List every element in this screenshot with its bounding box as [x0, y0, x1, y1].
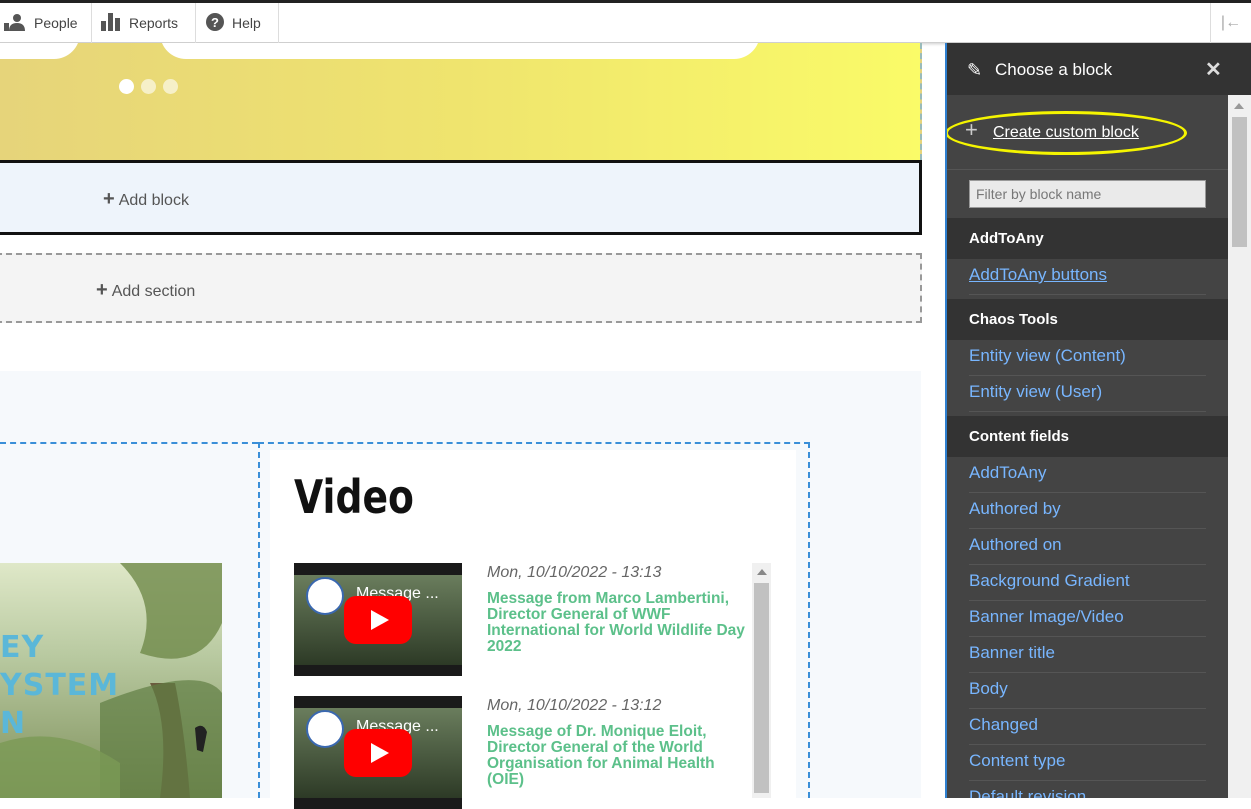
block-link[interactable]: Default revision	[969, 781, 1206, 798]
block-link[interactable]: AddToAny buttons	[969, 259, 1206, 295]
video-date: Mon, 10/10/2022 - 13:12	[487, 697, 662, 714]
toolbar-people[interactable]: People	[0, 3, 92, 43]
play-icon[interactable]	[344, 596, 412, 644]
add-section-region: + Add section	[0, 253, 922, 323]
add-block-region: + Add block	[0, 160, 922, 235]
add-block-link[interactable]: + Add block	[103, 188, 189, 211]
bar-chart-icon	[101, 12, 121, 34]
collapse-toolbar-icon[interactable]: |←	[1210, 3, 1251, 43]
slider-dot[interactable]	[141, 79, 156, 94]
block-link[interactable]: Content type	[969, 745, 1206, 781]
close-icon[interactable]: ✕	[1205, 57, 1222, 82]
panel-body: + Create custom block Filter by block na…	[947, 95, 1228, 798]
block-link[interactable]: Authored on	[969, 529, 1206, 565]
category-content-fields: Content fields	[947, 416, 1228, 457]
filter-block-input[interactable]: Filter by block name	[969, 180, 1206, 208]
block-link[interactable]: Body	[969, 673, 1206, 709]
toolbar-reports-label: Reports	[129, 15, 179, 31]
panel-header: ✎ Choose a block ✕	[947, 43, 1251, 95]
block-link[interactable]: Banner Image/Video	[969, 601, 1206, 637]
block-link[interactable]: Entity view (User)	[969, 376, 1206, 412]
block-link[interactable]: Changed	[969, 709, 1206, 745]
admin-toolbar: People Reports ? Help |←	[0, 0, 1251, 43]
toolbar-people-label: People	[34, 15, 78, 31]
hero-decoration	[0, 43, 80, 59]
svg-text:?: ?	[211, 15, 219, 30]
people-icon	[4, 13, 26, 34]
video-link[interactable]: Message of Dr. Monique Eloit, Director G…	[487, 724, 752, 788]
hero-decoration	[160, 43, 760, 59]
plus-icon: +	[96, 279, 108, 301]
block-link[interactable]: Banner title	[969, 637, 1206, 673]
panel-scrollbar[interactable]	[1228, 95, 1251, 798]
slider-dot[interactable]	[119, 79, 134, 94]
toolbar-help[interactable]: ? Help	[196, 3, 279, 43]
plus-icon: +	[103, 188, 115, 210]
illustration-image: EY YSTEM N	[0, 563, 222, 798]
video-date: Mon, 10/10/2022 - 13:13	[487, 564, 662, 581]
scrollbar-thumb[interactable]	[1232, 117, 1247, 247]
channel-logo-icon	[306, 710, 344, 748]
video-list-scrollbar[interactable]	[752, 563, 771, 798]
choose-block-panel: ✎ Choose a block ✕ + Create custom block…	[945, 43, 1251, 798]
picture-text: EY	[0, 630, 45, 665]
slider-dot[interactable]	[163, 79, 178, 94]
block-link[interactable]: Authored by	[969, 493, 1206, 529]
block-link[interactable]: Entity view (Content)	[969, 340, 1206, 376]
channel-logo-icon	[306, 577, 344, 615]
video-heading: Video	[294, 470, 414, 524]
toolbar-reports[interactable]: Reports	[92, 3, 196, 43]
block-link[interactable]: AddToAny	[969, 457, 1206, 493]
picture-text: YSTEM	[0, 668, 120, 703]
hero-slider	[0, 43, 922, 160]
scroll-up-icon[interactable]	[1234, 103, 1244, 109]
panel-title: Choose a block	[995, 60, 1113, 79]
highlight-ellipse	[947, 111, 1187, 155]
play-icon[interactable]	[344, 729, 412, 777]
create-custom-block-row: + Create custom block	[947, 95, 1228, 170]
picture-text: N	[0, 706, 27, 741]
pencil-icon: ✎	[967, 60, 983, 80]
video-thumbnail[interactable]: Message ...	[294, 563, 462, 676]
video-link[interactable]: Message from Marco Lambertini, Director …	[487, 591, 752, 655]
toolbar-help-label: Help	[232, 15, 261, 31]
scroll-up-icon[interactable]	[757, 569, 767, 575]
block-link[interactable]: Background Gradient	[969, 565, 1206, 601]
category-chaos-tools: Chaos Tools	[947, 299, 1228, 340]
category-addtoany: AddToAny	[947, 218, 1228, 259]
add-section-link[interactable]: + Add section	[96, 279, 195, 302]
scrollbar-thumb[interactable]	[754, 583, 769, 793]
help-icon: ?	[206, 12, 224, 34]
video-thumbnail[interactable]: Message ...	[294, 696, 462, 809]
